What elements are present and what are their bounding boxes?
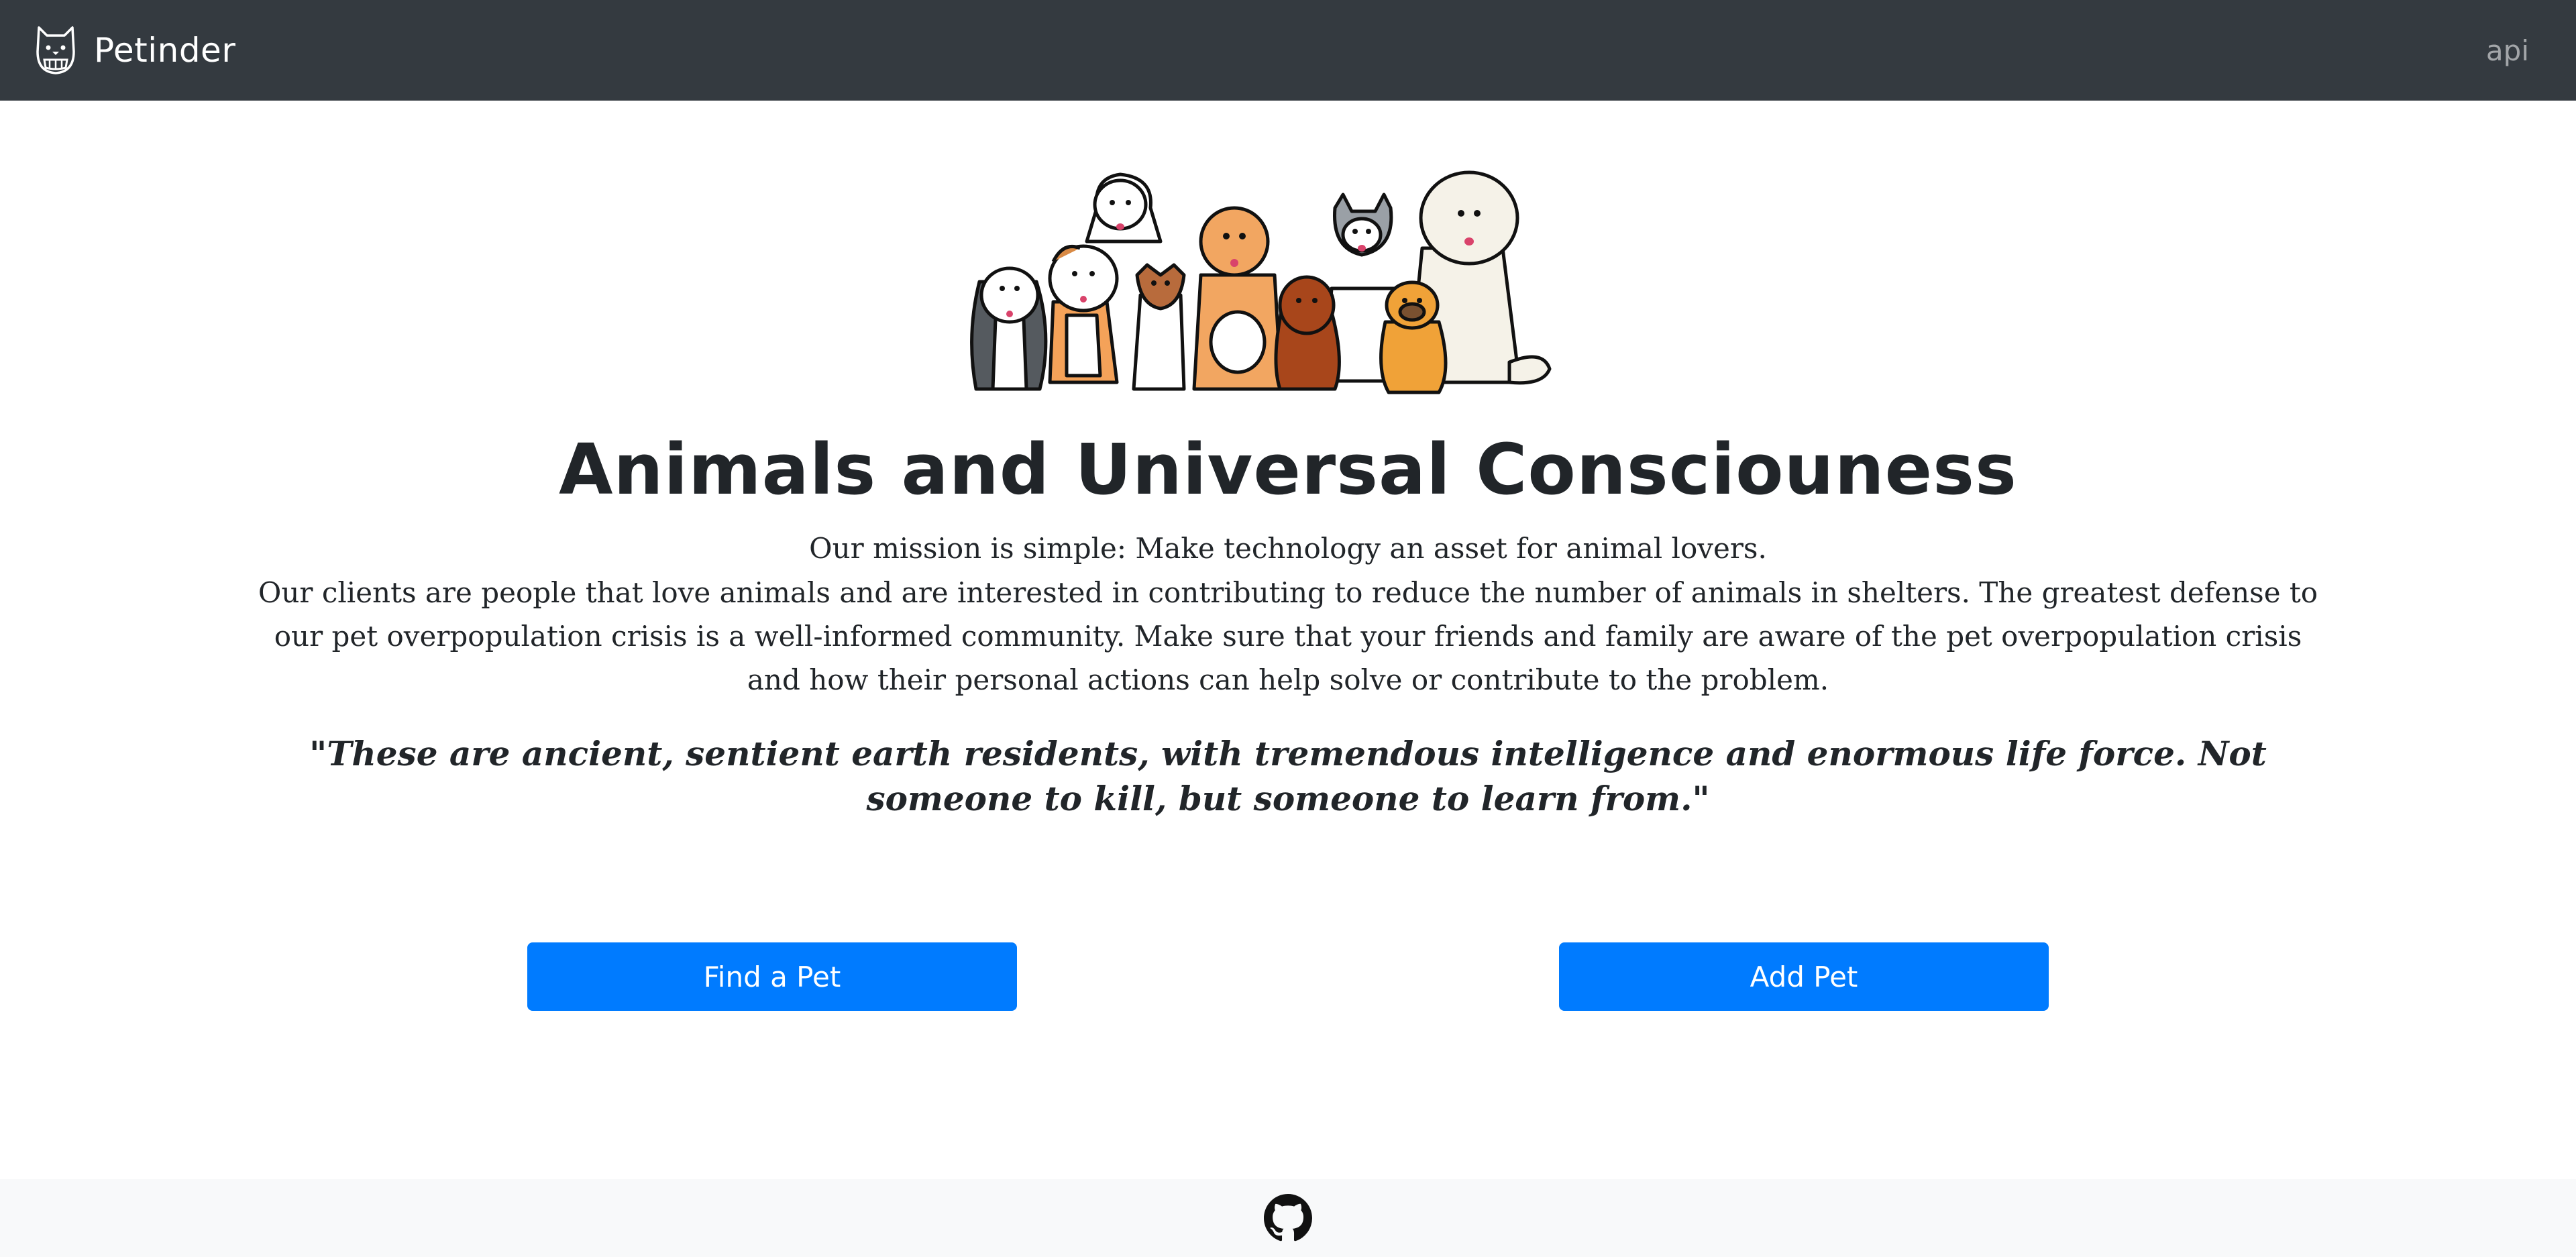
github-icon [1264,1194,1312,1242]
nav-link-api[interactable]: api [2486,34,2542,67]
small-orange-pug [1379,280,1448,394]
page-title: Animals and Universal Consciouness [559,429,2017,510]
brand-link[interactable]: Petinder [34,25,235,76]
footer [0,1179,2576,1257]
orange-dog-back [1192,206,1283,391]
white-fluffy-dog-back [1085,172,1163,243]
github-link[interactable] [1264,1194,1312,1242]
find-pet-button[interactable]: Find a Pet [527,942,1017,1011]
mission-statement: Our mission is simple: Make technology a… [809,532,1767,565]
red-cocker-spaniel [1274,275,1341,391]
clients-description: Our clients are people that love animals… [258,576,2318,696]
grey-spaniel [970,266,1048,391]
quote: "These are ancient, sentient earth resid… [309,734,2267,818]
dogs-group-illustration [970,170,1552,394]
pet-logo-icon [36,26,75,74]
small-terrier [1132,263,1186,391]
bulldog [1048,244,1119,384]
add-pet-button[interactable]: Add Pet [1559,942,2049,1011]
top-navbar: Petinder api [0,0,2576,101]
brand-name: Petinder [94,31,236,70]
